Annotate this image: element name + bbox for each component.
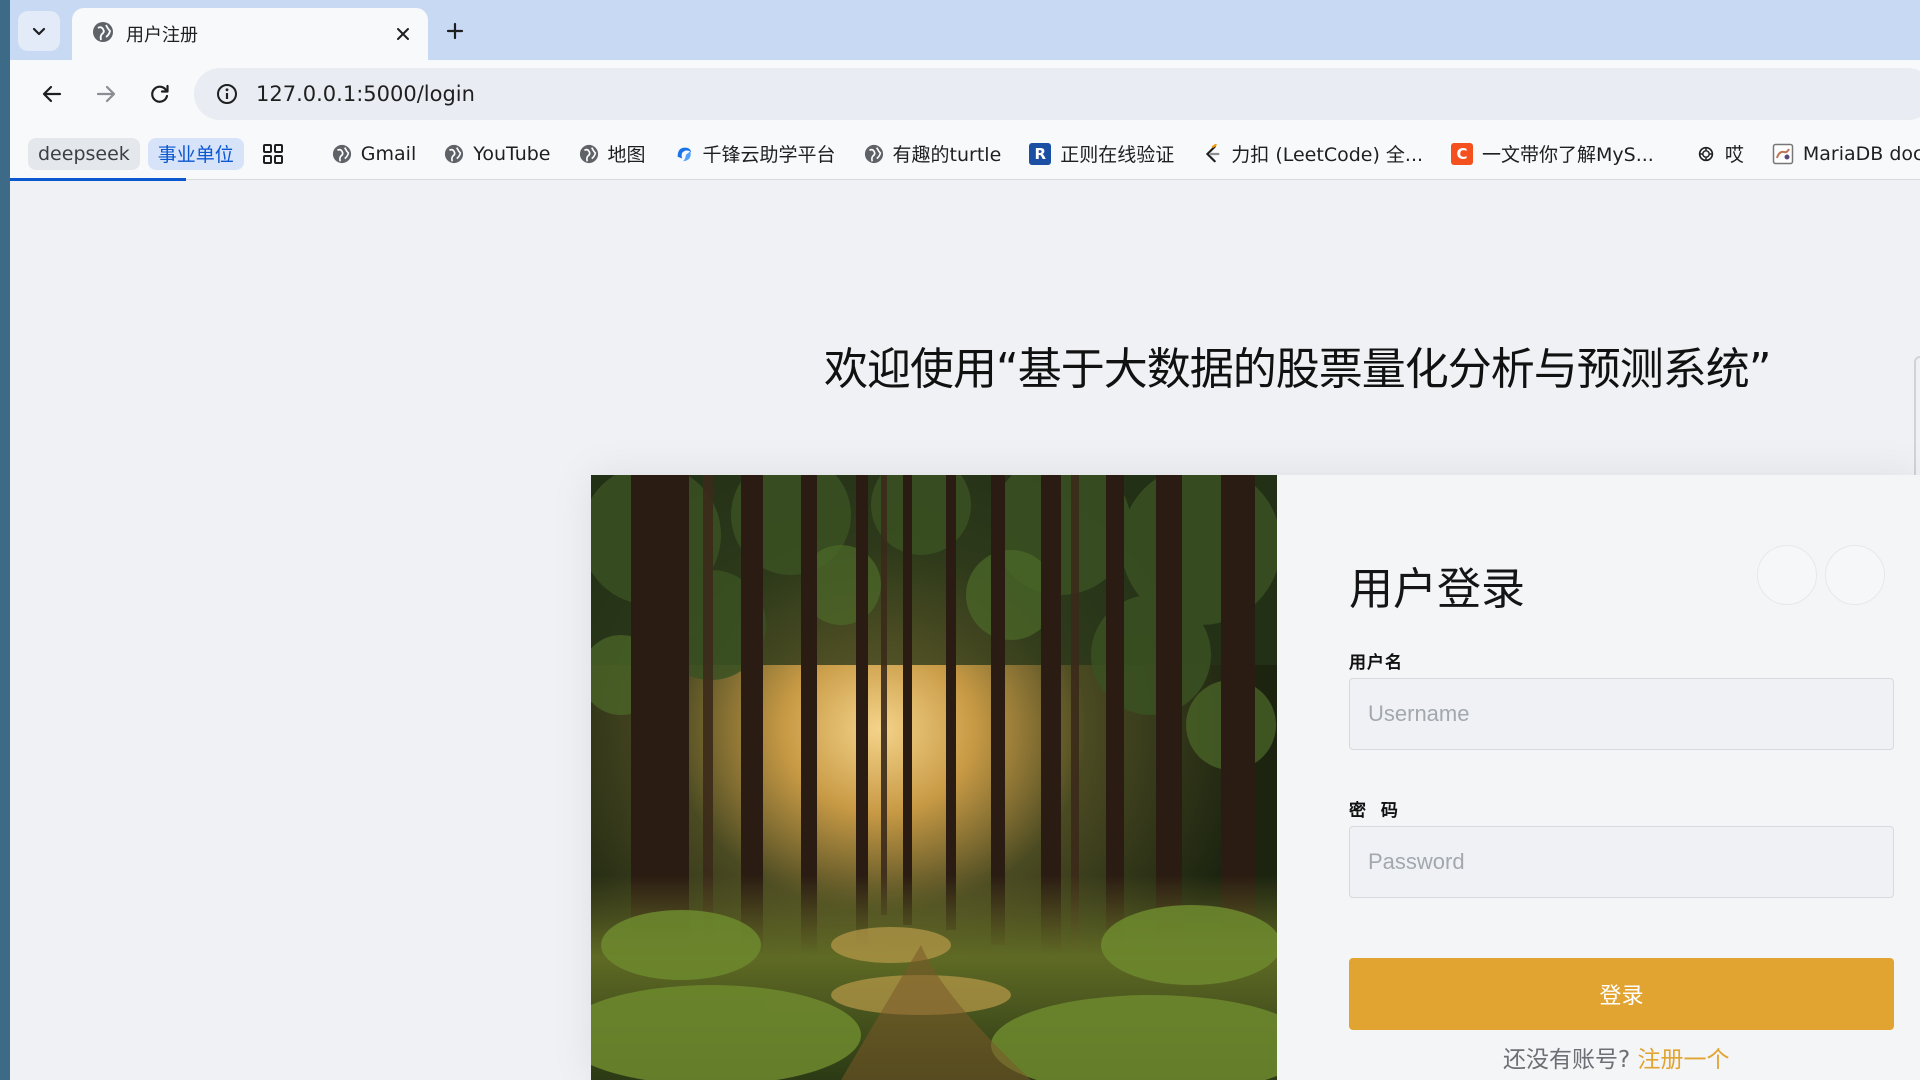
bookmark-label: 哎 bbox=[1724, 144, 1744, 166]
forest-image bbox=[591, 475, 1277, 1080]
bookmark-label: Gmail bbox=[360, 142, 417, 165]
password-label: 密 码 bbox=[1349, 801, 1399, 821]
tab-close-button[interactable] bbox=[392, 23, 414, 45]
bookmark-regex[interactable]: R 正则在线验证 bbox=[1019, 138, 1184, 170]
bookmark-folder-shiyedanwei[interactable]: 事业单位 bbox=[147, 137, 244, 170]
signup-prompt: 还没有账号? 注册一个 bbox=[1503, 1040, 1730, 1074]
bookmark-label: 千锋云助学平台 bbox=[702, 144, 836, 166]
social-login-circle-1[interactable] bbox=[1757, 545, 1817, 605]
forward-button[interactable] bbox=[88, 76, 124, 112]
welcome-heading: 欢迎使用“基于大数据的股票量化分析与预测系统” bbox=[824, 344, 1772, 395]
password-input[interactable] bbox=[1349, 826, 1894, 898]
url-text: 127.0.0.1:5000/login bbox=[256, 82, 475, 106]
bookmark-turtle[interactable]: 有趣的turtle bbox=[854, 138, 1012, 170]
chevron-down-icon bbox=[32, 27, 46, 36]
bookmark-qianfeng[interactable]: 千锋云助学平台 bbox=[664, 138, 846, 170]
globe-icon bbox=[579, 144, 599, 164]
bookmark-apps[interactable] bbox=[252, 138, 294, 170]
bookmark-maps[interactable]: 地图 bbox=[569, 138, 656, 170]
tab-strip: 用户注册 bbox=[10, 0, 1920, 60]
bookmark-leetcode[interactable]: 力扣 (LeetCode) 全... bbox=[1192, 138, 1433, 170]
openai-icon bbox=[1696, 144, 1716, 164]
mariadb-icon bbox=[1772, 143, 1794, 165]
bookmark-label: deepseek bbox=[38, 142, 130, 165]
close-icon bbox=[397, 28, 409, 40]
username-label: 用户名 bbox=[1349, 653, 1403, 673]
back-button[interactable] bbox=[34, 76, 70, 112]
plus-icon bbox=[446, 22, 464, 40]
tab-active[interactable]: 用户注册 bbox=[72, 8, 428, 60]
form-title: 用户登录 bbox=[1349, 564, 1525, 615]
site-info-icon[interactable] bbox=[212, 79, 242, 109]
globe-icon bbox=[444, 144, 464, 164]
bookmark-label: 正则在线验证 bbox=[1060, 144, 1175, 166]
qianfeng-icon bbox=[674, 144, 694, 164]
bookmark-ai[interactable]: 哎 bbox=[1686, 138, 1754, 170]
username-input[interactable] bbox=[1349, 678, 1894, 750]
globe-icon bbox=[864, 144, 884, 164]
reload-button[interactable] bbox=[142, 76, 178, 112]
bookmark-label: 事业单位 bbox=[157, 144, 234, 166]
login-form: 用户登录 用户名 密 码 登录 还没有账号? 注册一个 bbox=[1277, 475, 1920, 1080]
page-content: 欢迎使用“基于大数据的股票量化分析与预测系统” 用户登录 用户名 Usernam… bbox=[10, 181, 1920, 1080]
bookmark-label: 一文带你了解MyS... bbox=[1482, 144, 1654, 166]
arrow-right-icon bbox=[96, 85, 116, 103]
new-tab-button[interactable] bbox=[440, 16, 470, 46]
bookmark-label: 有趣的turtle bbox=[892, 144, 1002, 166]
csdn-icon: C bbox=[1451, 142, 1474, 165]
tab-title: 用户注册 bbox=[126, 25, 198, 46]
login-card: 用户登录 用户名 密 码 登录 还没有账号? 注册一个 bbox=[591, 475, 1920, 1080]
login-button[interactable]: 登录 bbox=[1349, 958, 1894, 1030]
r-icon: R bbox=[1029, 142, 1052, 165]
globe-icon bbox=[332, 144, 352, 164]
signup-link[interactable]: 注册一个 bbox=[1638, 1047, 1730, 1073]
reload-icon bbox=[151, 84, 169, 103]
bookmark-csdn-mysql[interactable]: C 一文带你了解MyS... bbox=[1441, 138, 1664, 170]
browser-window: 用户注册 127.0.0.1:5000/login deepseek 事业单位 … bbox=[10, 0, 1920, 1080]
leetcode-icon bbox=[1202, 143, 1222, 164]
bookmark-youtube[interactable]: YouTube bbox=[434, 138, 560, 170]
bookmark-label: YouTube bbox=[473, 142, 551, 165]
bookmark-mariadb[interactable]: MariaDB docume... bbox=[1762, 138, 1920, 170]
browser-toolbar: 127.0.0.1:5000/login bbox=[10, 60, 1920, 128]
bookmarks-bar: deepseek 事业单位 Gmail YouTube 地图 千锋云助学平台 有… bbox=[10, 128, 1920, 180]
apps-grid-icon bbox=[262, 143, 283, 164]
globe-icon bbox=[92, 21, 114, 47]
arrow-left-icon bbox=[42, 85, 62, 103]
signup-prompt-text: 还没有账号? bbox=[1503, 1047, 1638, 1073]
social-login-circle-2[interactable] bbox=[1825, 545, 1885, 605]
address-bar[interactable]: 127.0.0.1:5000/login bbox=[194, 68, 1920, 120]
bookmark-label: MariaDB docume... bbox=[1802, 142, 1920, 165]
bookmark-gmail[interactable]: Gmail bbox=[322, 138, 426, 170]
bookmark-deepseek[interactable]: deepseek bbox=[28, 137, 140, 170]
bookmark-label: 地图 bbox=[607, 144, 646, 166]
side-panel-handle[interactable] bbox=[1914, 356, 1920, 486]
tab-search-button[interactable] bbox=[18, 11, 60, 51]
bookmark-label: 力扣 (LeetCode) 全... bbox=[1231, 144, 1424, 166]
